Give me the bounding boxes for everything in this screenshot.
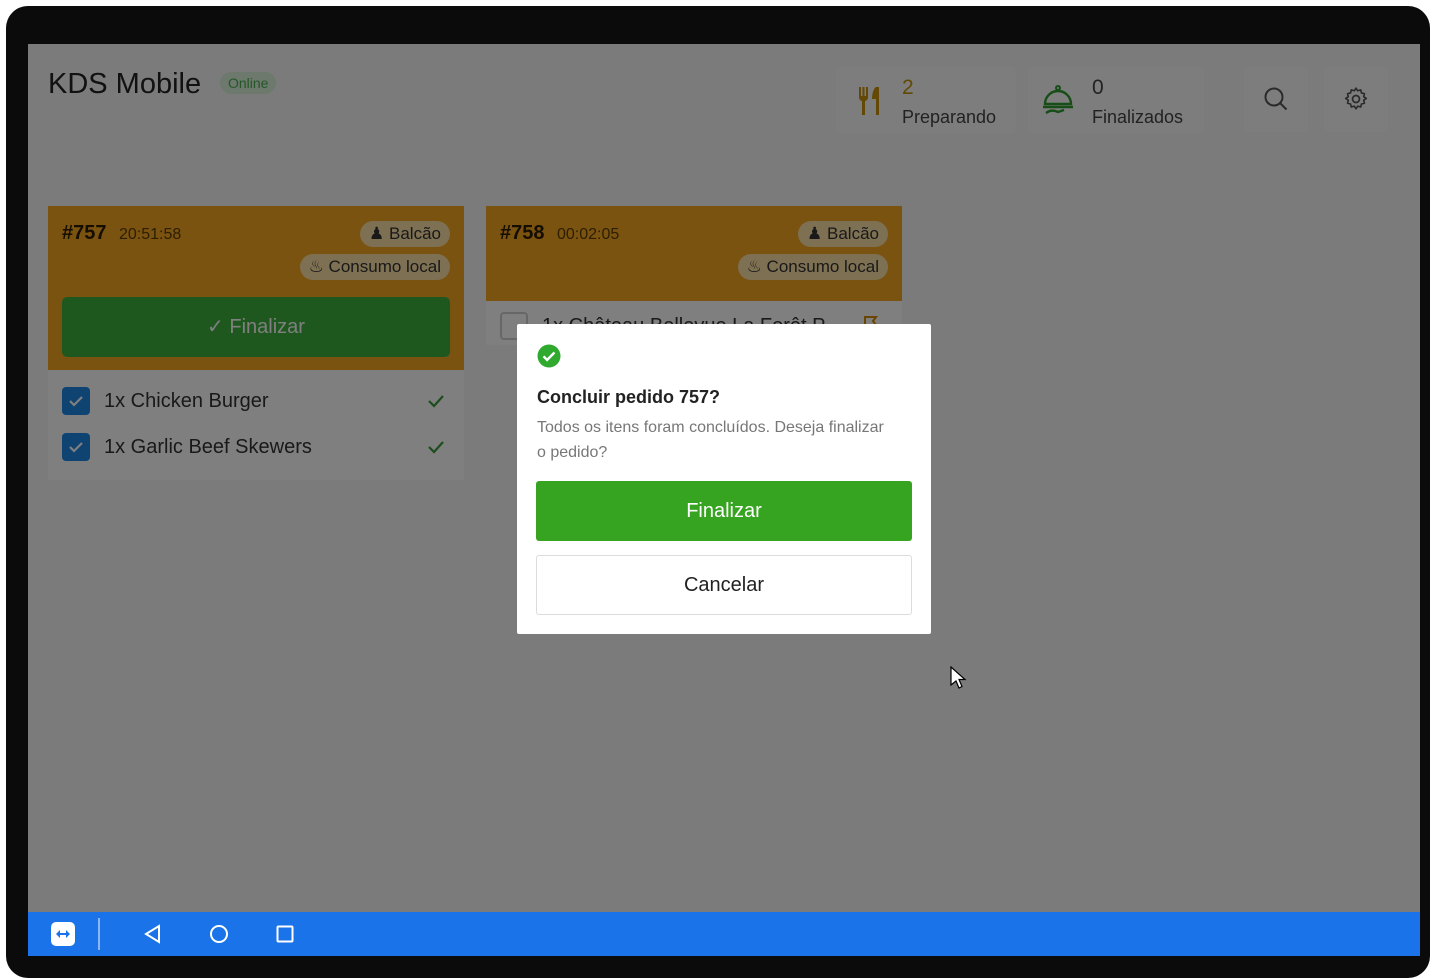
back-button[interactable] [138, 919, 168, 949]
recents-button[interactable] [270, 919, 300, 949]
remote-control-icon [51, 922, 75, 946]
system-nav-bar [28, 912, 1420, 956]
dialog-title: Concluir pedido 757? [537, 387, 721, 407]
remote-app-button[interactable] [48, 919, 78, 949]
dialog-message: Todos os itens foram concluídos. Deseja … [537, 419, 884, 461]
mouse-cursor-icon [950, 666, 967, 689]
tablet-frame: KDS Mobile Online 2 Preparando 0 Finaliz… [6, 6, 1430, 978]
back-triangle-icon [144, 924, 160, 944]
cancel-button[interactable]: Cancelar [536, 555, 912, 615]
app-screen: KDS Mobile Online 2 Preparando 0 Finaliz… [28, 44, 1420, 956]
recents-square-icon [276, 925, 294, 943]
success-check-icon [537, 344, 561, 368]
home-circle-icon [210, 925, 228, 943]
nav-divider [98, 918, 100, 950]
confirm-finalize-button[interactable]: Finalizar [536, 481, 912, 541]
home-button[interactable] [204, 919, 234, 949]
confirm-dialog: Concluir pedido 757? Todos os itens fora… [517, 324, 931, 634]
